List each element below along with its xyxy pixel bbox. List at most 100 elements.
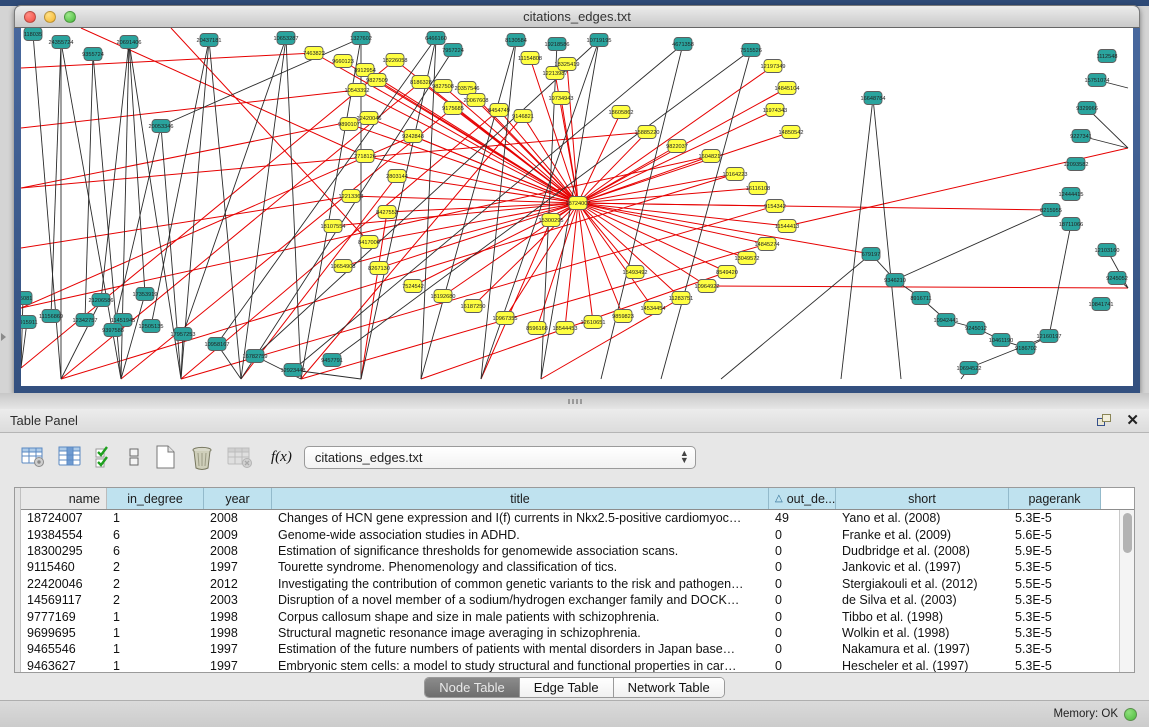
graph-node[interactable]: 9827509 xyxy=(366,74,388,87)
graph-node[interactable]: 15300295 xyxy=(539,214,564,227)
network-window-titlebar[interactable]: citations_edges.txt xyxy=(14,5,1140,28)
table-cell[interactable]: 49 xyxy=(769,511,836,525)
graph-node[interactable]: 10719195 xyxy=(587,34,612,47)
graph-node[interactable]: 11156869 xyxy=(39,310,63,323)
graph-node[interactable]: 11974343 xyxy=(763,104,787,117)
graph-node[interactable]: 18192680 xyxy=(431,290,456,303)
graph-node[interactable]: 9245052 xyxy=(1106,272,1128,285)
graph-node[interactable]: 9245012 xyxy=(965,322,987,335)
graph-node[interactable]: 10543392 xyxy=(345,84,370,97)
table-cell[interactable]: Hescheler et al. (1997) xyxy=(836,659,1009,672)
table-cell[interactable]: 5.3E-5 xyxy=(1009,642,1101,656)
table-cell[interactable]: 2003 xyxy=(204,593,272,607)
table-row[interactable]: 2242004622012Investigating the contribut… xyxy=(21,576,1134,592)
graph-node[interactable]: 20437181 xyxy=(197,34,222,47)
table-cell[interactable]: 6 xyxy=(107,544,204,558)
graph-node[interactable]: 19654903 xyxy=(331,260,356,273)
graph-node[interactable]: 12923448 xyxy=(281,364,306,377)
table-row[interactable]: 1872400712008Changes of HCN gene express… xyxy=(21,510,1134,526)
table-cell[interactable]: 1998 xyxy=(204,610,272,624)
graph-node[interactable]: 17957253 xyxy=(171,328,196,341)
table-cell[interactable]: 1 xyxy=(107,511,204,525)
table-cell[interactable]: Changes of HCN gene expression and I(f) … xyxy=(272,511,769,525)
table-cell[interactable]: 1 xyxy=(107,659,204,672)
table-cell[interactable]: 9115460 xyxy=(21,560,107,574)
table-cell[interactable]: Structural magnetic resonance image aver… xyxy=(272,626,769,640)
table-cell[interactable]: 0 xyxy=(769,642,836,656)
graph-node[interactable]: 14534454 xyxy=(641,302,666,315)
graph-node[interactable]: 12610651 xyxy=(581,316,606,329)
table-cell[interactable]: Jankovic et al. (1997) xyxy=(836,560,1009,574)
column-header-in_degree[interactable]: in_degree xyxy=(107,488,204,509)
network-canvas[interactable]: 1180352435572493557242069140620437181106… xyxy=(21,28,1133,386)
table-row[interactable]: 969969511998Structural magnetic resonanc… xyxy=(21,625,1134,641)
graph-node[interactable]: 679197 xyxy=(862,248,881,261)
graph-node[interactable]: 14845274 xyxy=(755,238,780,251)
rows-button[interactable] xyxy=(127,445,141,469)
table-cell[interactable]: 2 xyxy=(107,560,204,574)
table-cell[interactable]: 5.5E-5 xyxy=(1009,577,1101,591)
graph-node[interactable]: 9329966 xyxy=(1076,102,1098,115)
table-cell[interactable]: Embryonic stem cells: a model to study s… xyxy=(272,659,769,672)
memory-ok-indicator[interactable] xyxy=(1124,708,1137,721)
table-cell[interactable]: 1997 xyxy=(204,659,272,672)
graph-node[interactable]: 10164223 xyxy=(723,168,748,181)
graph-node[interactable]: 1327602 xyxy=(350,32,372,45)
column-header-pagerank[interactable]: pagerank xyxy=(1009,488,1101,509)
graph-node[interactable]: 18226058 xyxy=(383,54,408,67)
table-cell[interactable]: 1997 xyxy=(204,560,272,574)
graph-node[interactable]: 18325419 xyxy=(555,58,580,71)
graph-node[interactable]: 8186328 xyxy=(410,76,432,89)
graph-node[interactable]: 16048217 xyxy=(699,150,724,163)
splitter-collapse-arrow-icon[interactable] xyxy=(1,333,6,341)
graph-node[interactable]: 9146821 xyxy=(512,110,534,123)
graph-node[interactable]: 19218586 xyxy=(545,38,570,51)
table-cell[interactable]: 1 xyxy=(107,642,204,656)
table-cell[interactable]: 0 xyxy=(769,610,836,624)
graph-node[interactable]: 7524542 xyxy=(402,280,424,293)
table-cell[interactable]: 0 xyxy=(769,593,836,607)
graph-node[interactable]: 10653287 xyxy=(274,32,299,45)
table-cell[interactable]: Estimation of the future numbers of pati… xyxy=(272,642,769,656)
citation-graph[interactable]: 1180352435572493557242069140620437181106… xyxy=(21,28,1133,386)
table-cell[interactable]: 9699695 xyxy=(21,626,107,640)
table-cell[interactable]: 0 xyxy=(769,626,836,640)
table-cell[interactable]: Disruption of a novel member of a sodium… xyxy=(272,593,769,607)
graph-node[interactable]: 12342757 xyxy=(73,314,98,327)
table-cell[interactable]: 18724007 xyxy=(21,511,107,525)
graph-node[interactable]: 10964922 xyxy=(695,280,720,293)
table-selector-dropdown[interactable]: citations_edges.txt ▲▼ xyxy=(304,446,696,469)
panel-divider[interactable] xyxy=(0,393,1149,409)
graph-node[interactable]: 20357546 xyxy=(455,82,480,95)
graph-node[interactable]: 7463822 xyxy=(303,47,325,60)
table-cell[interactable]: 6 xyxy=(107,528,204,542)
graph-node[interactable]: 3915911 xyxy=(21,316,38,329)
graph-node[interactable]: 9242848 xyxy=(402,130,424,143)
graph-node[interactable]: 7515526 xyxy=(740,44,762,57)
table-cell[interactable]: 2009 xyxy=(204,528,272,542)
table-cell[interactable]: 1998 xyxy=(204,626,272,640)
graph-node[interactable]: 12197349 xyxy=(761,60,786,73)
graph-node[interactable]: 16187250 xyxy=(461,300,486,313)
graph-node[interactable]: 21206586 xyxy=(89,294,114,307)
graph-node[interactable]: 9355724 xyxy=(82,48,104,61)
table-cell[interactable]: Yano et al. (2008) xyxy=(836,511,1009,525)
table-cell[interactable]: 9463627 xyxy=(21,659,107,672)
graph-node[interactable]: 9859823 xyxy=(612,310,634,323)
column-header-year[interactable]: year xyxy=(204,488,272,509)
table-cell[interactable]: 1997 xyxy=(204,642,272,656)
graph-node[interactable]: 8454749 xyxy=(488,104,510,117)
graph-node[interactable]: 9660123 xyxy=(332,55,354,68)
graph-node[interactable]: 9457791 xyxy=(321,354,343,367)
table-scrollbar[interactable] xyxy=(1119,510,1134,672)
table-cell[interactable]: Estimation of significance thresholds fo… xyxy=(272,544,769,558)
table-cell[interactable]: 2 xyxy=(107,593,204,607)
graph-node[interactable]: 12505135 xyxy=(139,320,164,333)
column-header-short[interactable]: short xyxy=(836,488,1009,509)
table-cell[interactable]: 9777169 xyxy=(21,610,107,624)
table-cell[interactable]: 2008 xyxy=(204,544,272,558)
graph-node[interactable]: 10967355 xyxy=(493,312,518,325)
table-row[interactable]: 977716911998Corpus callosum shape and si… xyxy=(21,608,1134,624)
table-cell[interactable]: Investigating the contribution of common… xyxy=(272,577,769,591)
graph-node[interactable]: 9227341 xyxy=(1070,130,1092,143)
